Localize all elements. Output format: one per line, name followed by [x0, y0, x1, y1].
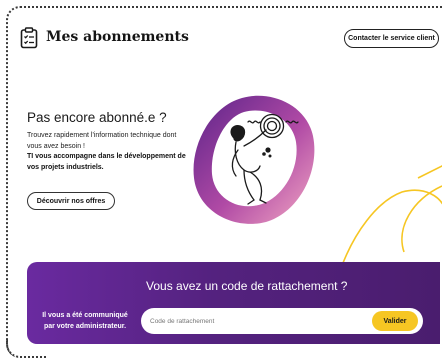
- banner-note: Il vous a été communiqué par votre admin…: [42, 312, 128, 330]
- page-title: Mes abonnements: [46, 29, 189, 45]
- person-idea-illustration: [193, 95, 315, 224]
- promo-description-text: Trouvez rapidement l'information techniq…: [27, 132, 177, 150]
- discover-offers-button[interactable]: Découvrir nos offres: [27, 192, 115, 210]
- clipboard-list-icon: [20, 27, 38, 49]
- promo-headline: Pas encore abonné.e ?: [27, 110, 167, 125]
- validate-button[interactable]: Valider: [372, 311, 418, 331]
- contact-customer-service-button[interactable]: Contacter le service client: [344, 29, 439, 48]
- promo-description-strong: TI vous accompagne dans le développement…: [27, 153, 186, 171]
- card-bottom-border: [6, 340, 46, 358]
- banner-title: Vous avez un code de rattachement ?: [146, 279, 348, 293]
- promo-description: Trouvez rapidement l'information techniq…: [27, 131, 187, 173]
